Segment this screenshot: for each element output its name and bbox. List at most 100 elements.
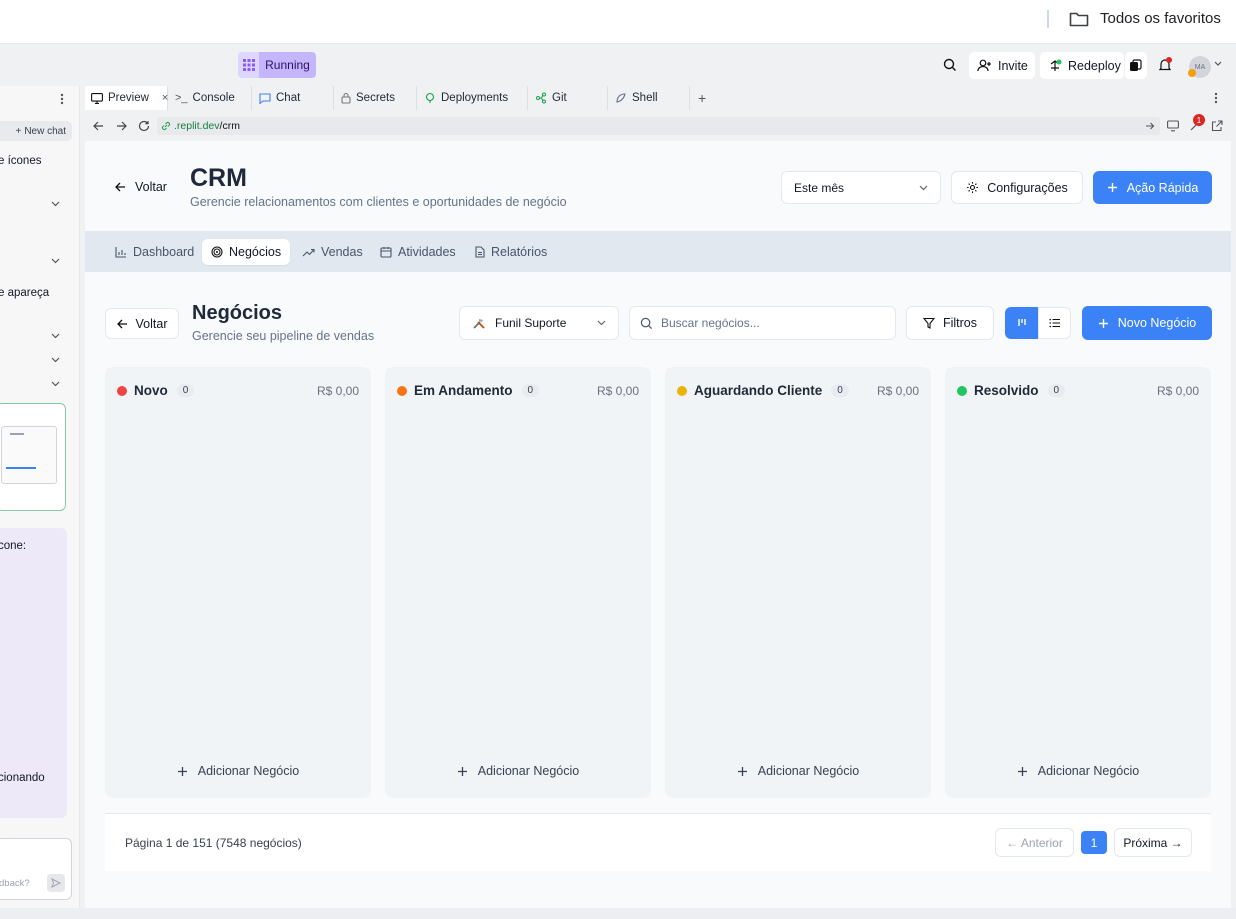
section-title: Negócios [192, 302, 283, 324]
tab-preview[interactable]: Preview × [85, 86, 168, 110]
chevron-down-icon[interactable] [51, 258, 60, 264]
url-field[interactable]: .replit.dev/crm [157, 117, 1160, 135]
nav-label: Dashboard [133, 245, 195, 259]
period-select[interactable]: Este mês [781, 171, 941, 204]
tab-git[interactable]: Git [529, 86, 608, 110]
status-dot [397, 385, 407, 396]
crm-back-button[interactable]: Voltar [115, 180, 167, 194]
search-placeholder: Buscar negócios... [661, 316, 760, 330]
nav-activities[interactable]: Atividades [371, 239, 465, 265]
next-page-button[interactable]: Próxima → [1114, 828, 1192, 857]
more-vertical-icon[interactable] [60, 93, 64, 105]
previous-page-button[interactable]: ← Anterior [995, 828, 1074, 857]
column-total: R$ 0,00 [876, 384, 919, 398]
arrow-right-icon[interactable] [116, 121, 127, 131]
kanban-view-toggle[interactable] [1005, 307, 1038, 339]
close-icon[interactable]: × [162, 92, 168, 104]
add-user-icon [977, 59, 992, 72]
redeploy-button[interactable]: Redeploy [1040, 52, 1124, 79]
lock-icon [341, 92, 351, 104]
document-icon [475, 246, 485, 258]
chat-input[interactable]: dback? [0, 838, 72, 900]
chat-bubble-icon [259, 92, 271, 104]
chat-snippet: cionando [0, 772, 45, 784]
screenshot-card[interactable] [0, 403, 66, 511]
pagination-info: Página 1 de 151 (7548 negócios) [125, 836, 302, 850]
url-path: /crm [219, 120, 240, 132]
nav-deals[interactable]: Negócios [202, 239, 291, 265]
nav-dashboard[interactable]: Dashboard [106, 239, 203, 265]
run-grid-icon[interactable] [238, 52, 260, 78]
filters-label: Filtros [942, 316, 978, 330]
send-icon[interactable] [47, 874, 65, 892]
add-deal-button[interactable]: Adicionar Negócio [945, 764, 1211, 778]
pipeline-select-value: Funil Suporte [495, 316, 567, 330]
url-domain: .replit.dev [174, 120, 220, 132]
arrow-left-icon[interactable] [93, 121, 104, 131]
kanban-column: Aguardando Cliente 0 R$ 0,00 Adicionar N… [665, 367, 931, 798]
new-chat-button[interactable]: + New chat [0, 121, 72, 141]
add-deal-button[interactable]: Adicionar Negócio [665, 764, 931, 778]
folder-icon [1069, 11, 1089, 27]
invite-button[interactable]: Invite [969, 52, 1035, 79]
arrow-left-icon [116, 319, 128, 329]
plus-icon [1017, 766, 1028, 777]
avatar-status-dot [1188, 69, 1196, 77]
chat-snippet: e ícones [0, 155, 42, 167]
device-icon[interactable] [1167, 120, 1179, 132]
section-subtitle: Gerencie seu pipeline de vendas [192, 329, 375, 343]
agent-chat-panel: + New chat e ícones e apareça cone: cion… [0, 86, 80, 908]
agent-message-bubble: cone: cionando [0, 528, 67, 818]
column-count-badge: 0 [831, 384, 849, 397]
nav-reports[interactable]: Relatórios [466, 239, 556, 265]
status-dot [117, 385, 127, 396]
new-deal-button[interactable]: Novo Negócio [1082, 306, 1212, 340]
plus-icon [457, 766, 468, 777]
more-vertical-icon[interactable] [1214, 92, 1218, 104]
search-icon[interactable] [943, 58, 957, 72]
notifications-bell-icon[interactable] [1157, 57, 1173, 73]
arrow-right-icon[interactable] [1145, 121, 1155, 131]
quick-action-button[interactable]: Ação Rápida [1093, 171, 1212, 204]
column-total: R$ 0,00 [1156, 384, 1199, 398]
tab-deployments[interactable]: Deployments [418, 86, 528, 110]
link-icon [161, 121, 171, 131]
tab-secrets[interactable]: Secrets [335, 86, 417, 110]
deploy-icon [1048, 59, 1062, 73]
deploy-options-button[interactable] [1125, 52, 1147, 79]
pipeline-select[interactable]: Funil Suporte [459, 306, 619, 340]
run-status-button[interactable]: Running [259, 52, 316, 78]
kanban-column: Novo 0 R$ 0,00 Adicionar Negócio [105, 367, 371, 798]
add-deal-button[interactable]: Adicionar Negócio [105, 764, 371, 778]
reload-icon[interactable] [138, 120, 150, 132]
tab-chat[interactable]: Chat [253, 86, 334, 110]
chevron-down-icon[interactable] [51, 357, 60, 363]
tab-label: Git [552, 92, 567, 104]
chevron-down-icon[interactable] [51, 201, 60, 207]
trending-up-icon [302, 248, 315, 257]
list-view-toggle[interactable] [1038, 307, 1071, 339]
settings-button[interactable]: Configurações [951, 171, 1083, 204]
add-deal-button[interactable]: Adicionar Negócio [385, 764, 651, 778]
list-icon [1048, 318, 1061, 328]
deals-back-button[interactable]: Voltar [105, 308, 179, 339]
tab-console[interactable]: >_ Console [169, 86, 252, 110]
deals-search-input[interactable]: Buscar negócios... [629, 306, 896, 340]
new-chat-label: New chat [24, 125, 66, 137]
bookmarks-folder[interactable]: Todos os favoritos [1069, 10, 1221, 27]
chevron-down-icon[interactable] [51, 381, 60, 387]
filters-button[interactable]: Filtros [906, 306, 994, 340]
add-tab-icon[interactable]: + [698, 90, 706, 106]
thumbnail-detail [10, 433, 24, 435]
tab-label: Secrets [356, 92, 395, 104]
status-dot [677, 385, 687, 396]
tab-shell[interactable]: Shell [609, 86, 690, 110]
bookmarks-folder-label: Todos os favoritos [1100, 10, 1221, 27]
current-page-button[interactable]: 1 [1081, 831, 1107, 854]
deployments-icon [424, 92, 436, 104]
chevron-down-icon[interactable] [51, 333, 60, 339]
chevron-down-icon[interactable] [1214, 61, 1222, 67]
external-link-icon[interactable] [1211, 120, 1223, 132]
nav-sales[interactable]: Vendas [293, 239, 372, 265]
bottom-strip [0, 908, 1236, 919]
